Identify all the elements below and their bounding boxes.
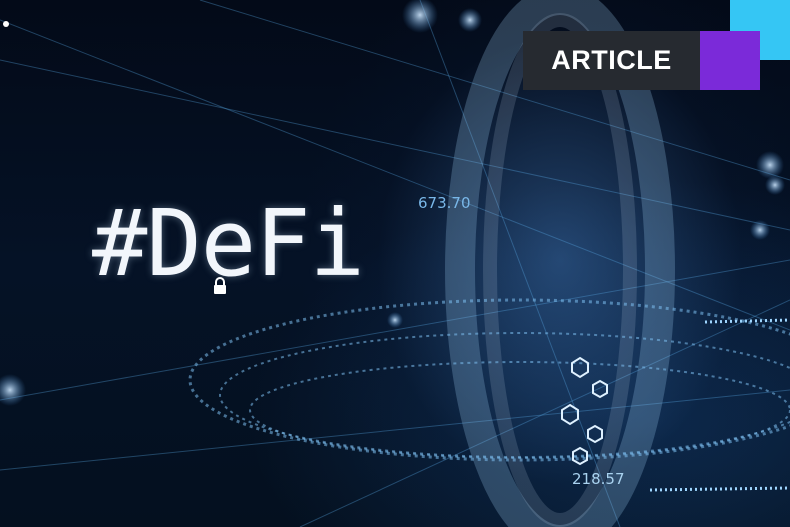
headline: #DeFi	[92, 190, 365, 297]
cyan-accent-block	[730, 0, 790, 31]
data-readout-bottom: 218.57	[572, 470, 625, 488]
article-badge: ARTICLE	[523, 31, 700, 90]
purple-accent-block	[700, 31, 760, 90]
hero-image: ARTICLE #DeFi 673.70 218.57	[0, 0, 790, 527]
lock-icon	[214, 277, 226, 294]
cyan-accent-block-small	[760, 31, 790, 60]
data-readout-top: 673.70	[418, 194, 471, 212]
